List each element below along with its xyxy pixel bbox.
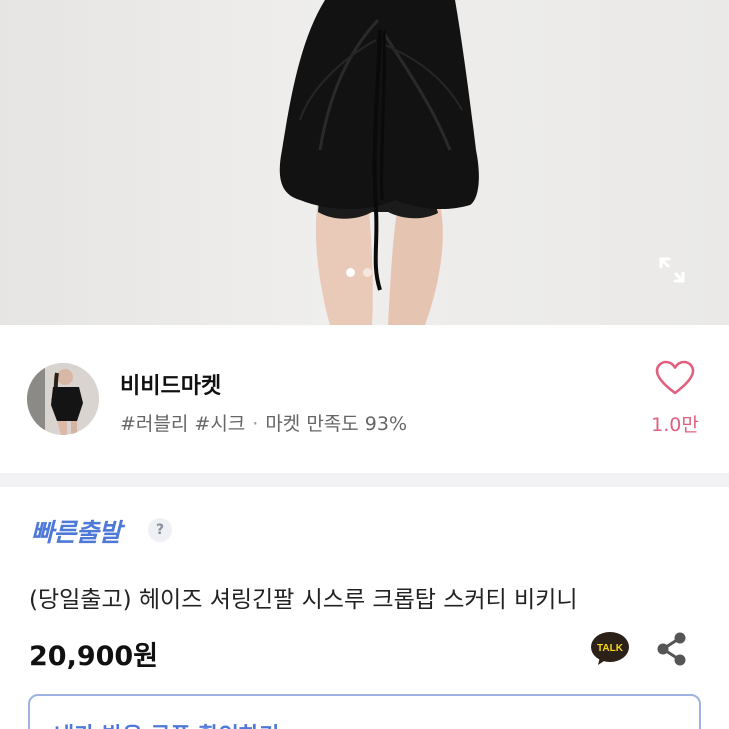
- product-title: (당일출고) 헤이즈 셔링긴팔 시스루 크롭탑 스커티 비키니: [29, 587, 578, 613]
- shop-name[interactable]: 비비드마켓: [120, 368, 221, 400]
- meta-separator: ·: [252, 413, 259, 435]
- section-divider: [0, 473, 729, 487]
- product-price: 20,900원: [29, 641, 159, 672]
- coupon-label: 내가 받은 쿠폰 확인하기: [54, 718, 279, 729]
- shop-avatar[interactable]: [27, 363, 99, 435]
- talk-label: TALK: [597, 643, 624, 654]
- shop-meta: #러블리 #시크 · 마켓 만족도 93%: [120, 409, 407, 436]
- gallery-pagination: [346, 268, 372, 277]
- expand-icon[interactable]: [655, 253, 689, 287]
- heart-outline-icon: [655, 360, 695, 395]
- page-dot-1[interactable]: [346, 268, 355, 277]
- page-dot-2[interactable]: [363, 268, 372, 277]
- like-button[interactable]: 1.0만: [645, 360, 705, 440]
- right-leg: [388, 205, 443, 325]
- kakao-talk-icon[interactable]: TALK: [590, 631, 630, 667]
- share-icon[interactable]: [654, 630, 688, 668]
- product-image[interactable]: [0, 0, 729, 325]
- shop-section: 비비드마켓 #러블리 #시크 · 마켓 만족도 93% 1.0만: [0, 325, 729, 473]
- shop-satisfaction: 마켓 만족도 93%: [265, 413, 408, 435]
- shop-tags[interactable]: #러블리 #시크: [120, 413, 245, 435]
- like-count: 1.0만: [651, 414, 699, 436]
- help-icon[interactable]: ?: [148, 518, 172, 542]
- coupon-check-button[interactable]: 내가 받은 쿠폰 확인하기: [28, 694, 701, 729]
- fast-shipping-badge: 빠른출발: [31, 518, 122, 547]
